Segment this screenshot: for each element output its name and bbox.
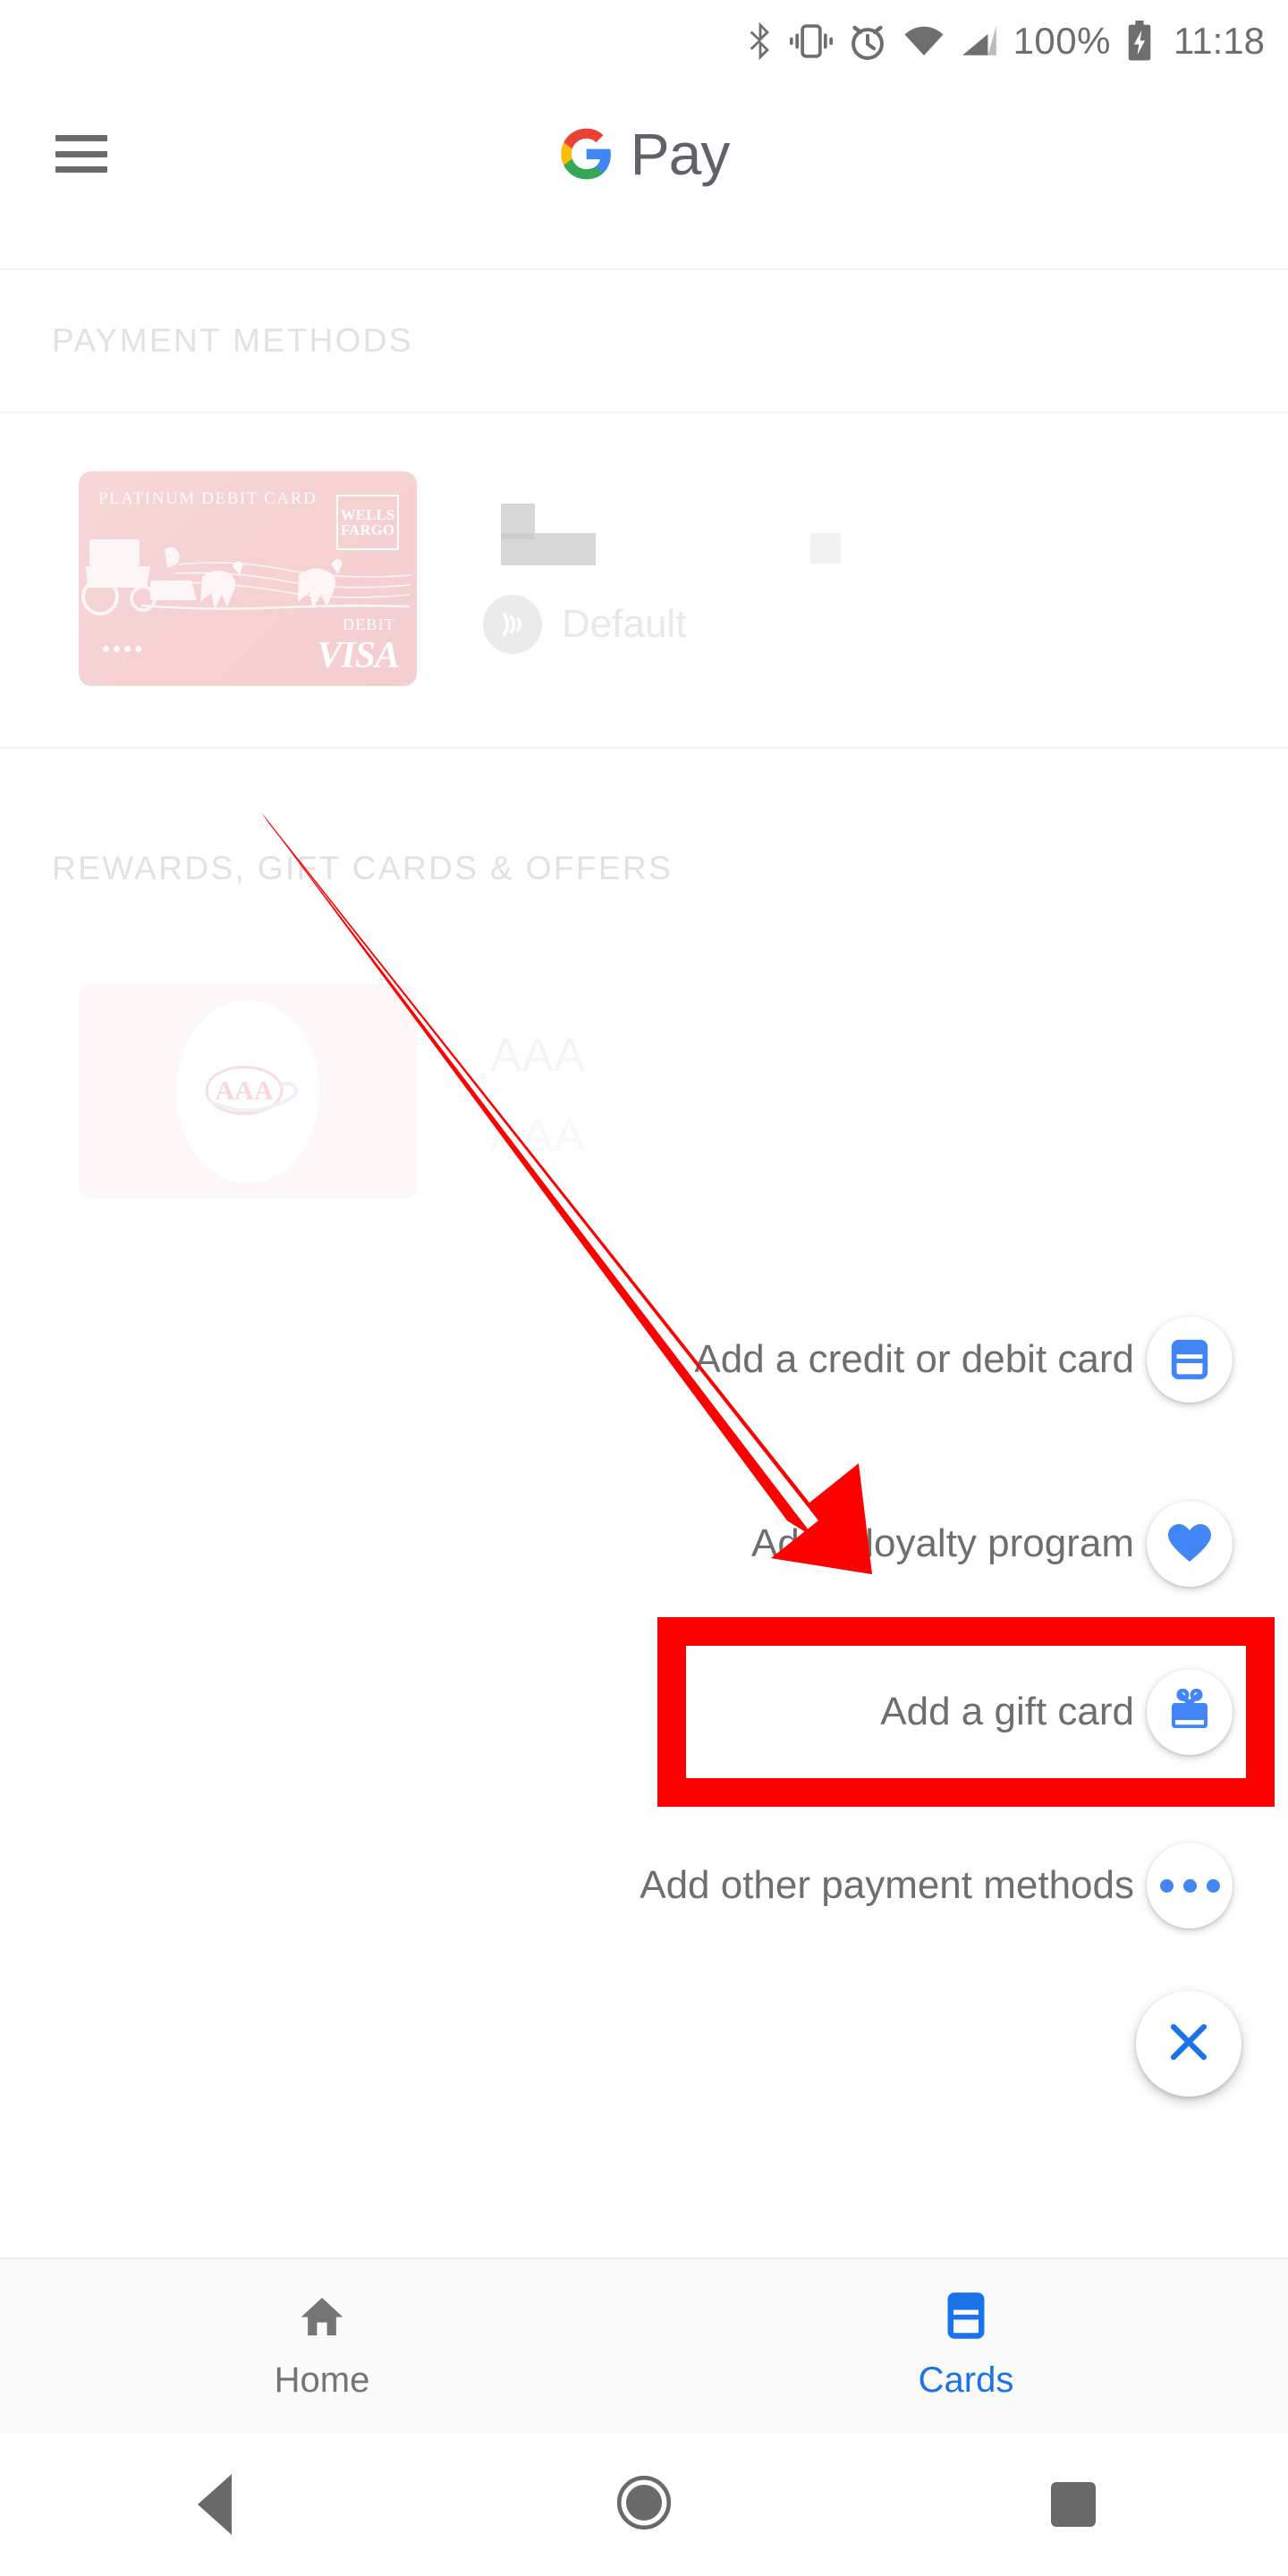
svg-text:AAA: AAA xyxy=(216,1076,274,1106)
android-recents-button[interactable] xyxy=(859,2482,1288,2527)
speed-dial-label-gift-card: Add a gift card xyxy=(880,1690,1134,1733)
speed-dial-item-gift-card[interactable]: Add a gift card xyxy=(880,1669,1233,1755)
speed-dial-item-loyalty[interactable]: Add a loyalty program xyxy=(751,1501,1233,1587)
battery-charging-icon xyxy=(1125,21,1154,62)
status-bar: 100% 11:18 xyxy=(0,0,1288,82)
card-network-type: DEBIT xyxy=(343,615,395,633)
gift-card-icon[interactable] xyxy=(1147,1669,1233,1755)
back-triangle-icon xyxy=(198,2474,232,2535)
home-icon xyxy=(297,2292,347,2346)
close-fab-button[interactable] xyxy=(1136,1991,1241,2097)
aaa-card-name: AAA xyxy=(490,1030,587,1081)
wifi-icon xyxy=(902,23,945,59)
recents-square-icon xyxy=(1051,2482,1096,2527)
android-home-button[interactable] xyxy=(429,2474,859,2536)
app-title: Pay xyxy=(630,121,731,187)
phone-screen: 100% 11:18 Pay PAYMENT METHODS PLATINUM … xyxy=(0,0,1288,2576)
bottom-navigation: Home Cards xyxy=(0,2258,1288,2433)
hamburger-menu-icon[interactable] xyxy=(55,135,107,173)
android-back-button[interactable] xyxy=(0,2474,429,2535)
aaa-loyalty-card[interactable]: AAA xyxy=(79,984,417,1199)
bottom-nav-item-cards[interactable]: Cards xyxy=(644,2292,1288,2401)
divider-rewards xyxy=(0,747,1288,749)
section-title-rewards: REWARDS, GIFT CARDS & OFFERS xyxy=(52,850,674,886)
divider-top xyxy=(0,268,1288,270)
annotation-arrow xyxy=(261,812,872,1574)
close-x-icon xyxy=(1163,2016,1215,2072)
wells-fargo-card[interactable]: PLATINUM DEBIT CARD WELLS FARGO •••• DEB… xyxy=(79,471,417,686)
redacted-block-2 xyxy=(501,533,596,565)
redacted-block-3 xyxy=(810,533,841,564)
bluetooth-icon xyxy=(745,21,775,62)
card-product-name: PLATINUM DEBIT CARD xyxy=(98,489,318,508)
app-bar: Pay xyxy=(0,82,1288,225)
android-system-nav xyxy=(0,2433,1288,2576)
more-horizontal-icon[interactable] xyxy=(1147,1843,1233,1928)
card-status-label: Default xyxy=(562,602,687,646)
divider-payment xyxy=(0,411,1288,413)
card-status-row: Default xyxy=(483,595,686,654)
aaa-card-secondary: AAA xyxy=(490,1110,587,1162)
speed-dial-label-credit-card: Add a credit or debit card xyxy=(694,1337,1134,1381)
google-g-logo xyxy=(559,126,614,182)
heart-icon[interactable] xyxy=(1147,1501,1233,1587)
section-title-payment-methods: PAYMENT METHODS xyxy=(52,322,413,359)
speed-dial-label-loyalty: Add a loyalty program xyxy=(751,1521,1134,1565)
cell-signal-icon xyxy=(960,23,999,59)
credit-card-icon[interactable] xyxy=(1147,1317,1233,1402)
home-circle-icon xyxy=(615,2474,673,2536)
vibrate-icon xyxy=(789,21,833,61)
bottom-nav-item-home[interactable]: Home xyxy=(0,2292,644,2401)
visa-logo: VISA xyxy=(317,635,400,676)
bottom-nav-label-home: Home xyxy=(274,2360,370,2400)
app-brand: Pay xyxy=(559,120,730,188)
card-masked-digits: •••• xyxy=(102,635,146,662)
bank-name-line1: WELLS xyxy=(340,505,395,523)
clock-label: 11:18 xyxy=(1174,20,1265,62)
speed-dial-item-credit-card[interactable]: Add a credit or debit card xyxy=(694,1317,1233,1402)
alarm-icon xyxy=(847,21,888,62)
bottom-nav-label-cards: Cards xyxy=(918,2360,1014,2400)
cards-icon xyxy=(941,2292,991,2346)
aaa-logo-icon: AAA xyxy=(176,999,319,1183)
speed-dial-item-other[interactable]: Add other payment methods xyxy=(640,1843,1233,1928)
contactless-nfc-icon xyxy=(483,595,542,654)
speed-dial-label-other: Add other payment methods xyxy=(640,1863,1134,1907)
battery-percent-label: 100% xyxy=(1013,20,1111,62)
